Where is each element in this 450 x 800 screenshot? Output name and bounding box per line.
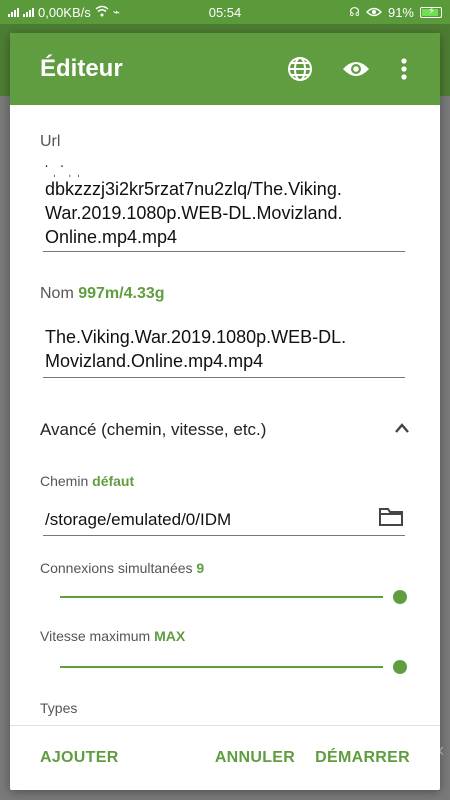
- path-label-text: Chemin: [40, 473, 89, 489]
- battery-icon: ⚡: [420, 6, 442, 18]
- path-underline: [43, 535, 405, 536]
- status-bar: 0,00KB/s ⌁ 05:54 ☊ 91% ⚡: [0, 0, 450, 24]
- speed-slider-track: [60, 666, 383, 668]
- editor-dialog: Éditeur Url ʻ ˌ ʻ ˌ ˌ dbkzzzj3i2kr5rzat7…: [10, 33, 440, 790]
- url-underline: [43, 251, 405, 252]
- speed-slider[interactable]: [60, 660, 407, 674]
- dialog-title: Éditeur: [40, 55, 123, 82]
- eye-icon[interactable]: [328, 33, 384, 105]
- dialog-footer: AJOUTER ANNULER DÉMARRER: [10, 725, 440, 790]
- speed-slider-thumb[interactable]: [393, 660, 407, 674]
- network-speed: 0,00KB/s: [38, 4, 91, 20]
- speed-label: Vitesse maximum MAX: [40, 628, 185, 644]
- more-vert-icon[interactable]: [384, 33, 424, 105]
- name-label: Nom 997m/4.33g: [40, 285, 165, 303]
- name-underline: [43, 377, 405, 378]
- add-button[interactable]: AJOUTER: [30, 739, 129, 777]
- name-label-text: Nom: [40, 285, 74, 302]
- wifi-icon: [95, 5, 109, 20]
- start-button[interactable]: DÉMARRER: [305, 739, 420, 777]
- url-scrolled-line: ʻ ˌ ʻ ˌ ˌ: [45, 165, 81, 177]
- eye-status-icon: [365, 5, 382, 20]
- advanced-section-title[interactable]: Avancé (chemin, vitesse, etc.): [40, 420, 266, 440]
- cancel-button[interactable]: ANNULER: [205, 739, 305, 777]
- speed-label-text: Vitesse maximum: [40, 628, 151, 644]
- usb-icon: ⌁: [112, 5, 120, 19]
- connections-slider[interactable]: [60, 590, 407, 604]
- speed-value: MAX: [154, 628, 186, 644]
- dialog-header: Éditeur: [10, 33, 440, 105]
- signal-icon: [8, 7, 19, 17]
- path-input[interactable]: /storage/emulated/0/IDM: [45, 508, 405, 532]
- connections-value: 9: [196, 560, 205, 576]
- connections-slider-thumb[interactable]: [393, 590, 407, 604]
- chevron-up-icon[interactable]: [394, 421, 410, 439]
- signal-icon-2: [23, 7, 34, 17]
- connections-slider-track: [60, 596, 383, 598]
- url-label: Url: [40, 133, 61, 150]
- name-input[interactable]: The.Viking.War.2019.1080p.WEB-DL. Movizl…: [45, 325, 405, 373]
- file-size: 997m/4.33g: [78, 285, 165, 302]
- connections-label-text: Connexions simultanées: [40, 560, 193, 576]
- headset-icon: ☊: [349, 5, 360, 19]
- globe-icon[interactable]: [272, 33, 328, 105]
- dialog-body: Url ʻ ˌ ʻ ˌ ˌ dbkzzzj3i2kr5rzat7nu2zlq/T…: [10, 105, 440, 725]
- folder-icon[interactable]: [378, 505, 404, 532]
- url-input[interactable]: dbkzzzj3i2kr5rzat7nu2zlq/The.Viking. War…: [45, 177, 405, 249]
- path-label: Chemin défaut: [40, 473, 134, 489]
- types-label: Types: [40, 700, 78, 716]
- status-left: 0,00KB/s ⌁: [8, 5, 349, 20]
- battery-percent: 91%: [387, 4, 414, 20]
- connections-label: Connexions simultanées 9: [40, 560, 204, 576]
- path-default-badge: défaut: [92, 473, 135, 489]
- status-right: ☊ 91% ⚡: [349, 5, 442, 20]
